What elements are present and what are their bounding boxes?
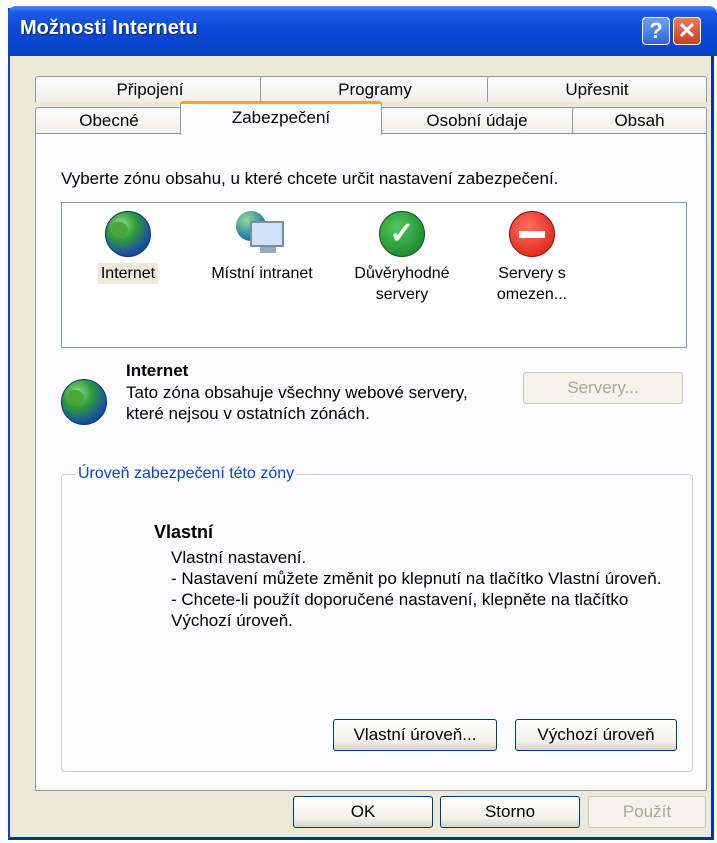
- zone-label-line2: servery: [375, 286, 429, 303]
- ok-button[interactable]: OK: [293, 796, 433, 828]
- default-level-button[interactable]: Výchozí úroveň: [515, 719, 677, 751]
- globe-icon: [105, 211, 151, 257]
- cancel-button[interactable]: Storno: [440, 796, 580, 828]
- tab-obsah[interactable]: Obsah: [572, 107, 707, 133]
- zone-local-intranet[interactable]: Místní intranet: [192, 211, 332, 284]
- check-icon: ✓: [379, 211, 425, 257]
- title-bar[interactable]: Možnosti Internetu ? ✕: [8, 6, 717, 56]
- stop-icon: [509, 211, 555, 257]
- tab-zabezpeceni[interactable]: Zabezpečení: [180, 101, 382, 135]
- zone-prompt: Vyberte zónu obsahu, u které chcete urči…: [61, 169, 559, 188]
- tab-osobni-udaje[interactable]: Osobní údaje: [379, 107, 575, 133]
- security-tab-panel: Vyberte zónu obsahu, u které chcete urči…: [35, 133, 707, 791]
- security-level-description: Vlastní nastavení. - Nastavení můžete zm…: [171, 547, 681, 631]
- zone-label-line2: omezen...: [496, 286, 568, 303]
- internet-options-dialog: Možnosti Internetu ? ✕ Připojení Program…: [8, 6, 717, 840]
- tab-programy[interactable]: Programy: [260, 76, 490, 102]
- intranet-icon: [236, 211, 288, 257]
- level-line: - Chcete-li použít doporučené nastavení,…: [171, 590, 629, 630]
- zone-label: Servery s: [498, 265, 566, 282]
- zone-label: Důvěryhodné: [354, 265, 450, 282]
- zone-restricted-sites[interactable]: Servery s omezen...: [477, 211, 587, 305]
- security-level-group-label: Úroveň zabezpečení této zóny: [76, 465, 297, 483]
- level-line: - Nastavení můžete změnit po klepnutí na…: [171, 569, 662, 588]
- tab-pripojeni[interactable]: Připojení: [35, 76, 265, 102]
- selected-zone-title: Internet: [126, 361, 189, 380]
- zone-trusted-sites[interactable]: ✓ Důvěryhodné servery: [337, 211, 467, 305]
- zone-label: Internet: [97, 263, 159, 284]
- apply-button[interactable]: Použít: [588, 796, 706, 828]
- zone-label: Místní intranet: [211, 265, 313, 282]
- tab-upresnit[interactable]: Upřesnit: [487, 76, 707, 102]
- custom-level-button[interactable]: Vlastní úroveň...: [333, 719, 497, 751]
- zone-internet[interactable]: Internet: [88, 211, 168, 284]
- servers-button[interactable]: Servery...: [523, 372, 683, 404]
- globe-icon: [61, 379, 107, 425]
- zone-list[interactable]: Internet Místní intranet ✓ Důvěryhodné s…: [61, 202, 687, 348]
- level-line: Vlastní nastavení.: [171, 548, 307, 567]
- help-button[interactable]: ?: [642, 17, 670, 45]
- window-title: Možnosti Internetu: [20, 17, 198, 39]
- close-button[interactable]: ✕: [673, 17, 701, 45]
- tab-obecne[interactable]: Obecné: [35, 107, 183, 133]
- security-level-title: Vlastní: [154, 522, 214, 542]
- selected-zone-description: Tato zóna obsahuje všechny webové server…: [126, 383, 468, 423]
